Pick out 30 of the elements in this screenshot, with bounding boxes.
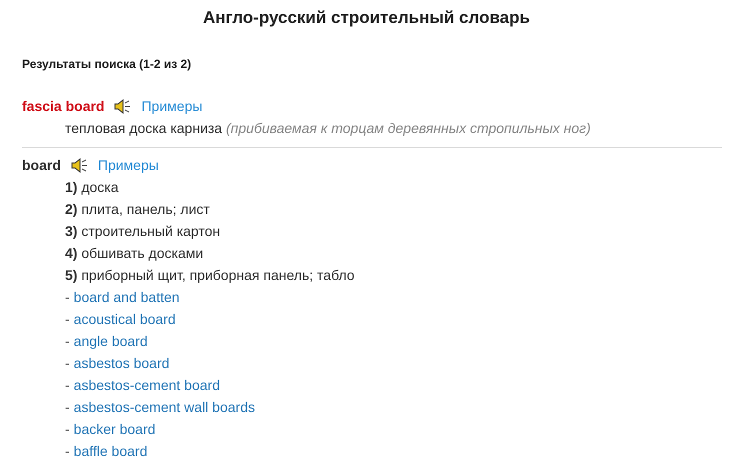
related-term-link[interactable]: angle board (74, 330, 148, 352)
list-dash: - (65, 332, 70, 351)
list-dash: - (65, 376, 70, 395)
sense-text: 5) приборный щит, приборная панель; табло (65, 267, 355, 283)
entry-term: fascia board (22, 98, 104, 114)
list-dash: - (65, 442, 70, 461)
list-dash: - (65, 288, 70, 307)
sense-text: 1) доска (65, 179, 119, 195)
sense-text: 4) обшивать досками (65, 245, 204, 261)
sense-text: 3) строительный картон (65, 223, 220, 239)
results-count: Результаты поиска (1-2 из 2) (22, 56, 192, 72)
list-dash: - (65, 310, 70, 329)
speaker-icon[interactable] (114, 98, 132, 114)
list-dash: - (65, 420, 70, 439)
page-title: Англо-русский строительный словарь (202, 7, 531, 28)
related-term-link[interactable]: baffle board (74, 440, 148, 462)
related-term-link[interactable]: backer board (74, 418, 156, 440)
related-term-link[interactable]: board and batten (74, 286, 180, 308)
examples-link[interactable]: Примеры (141, 98, 202, 114)
list-dash: - (65, 398, 70, 417)
related-term-link[interactable]: asbestos-cement wall boards (74, 396, 255, 418)
entry-term: board (22, 157, 61, 173)
related-term-link[interactable]: acoustical board (74, 308, 176, 330)
related-term-link[interactable]: asbestos-cement board (74, 374, 220, 396)
speaker-icon[interactable] (70, 156, 88, 174)
examples-link[interactable]: Примеры (98, 157, 159, 173)
related-term-link[interactable]: asbestos board (74, 352, 170, 374)
sense-text: 2) плита, панель; лист (65, 201, 210, 217)
list-dash: - (65, 354, 70, 373)
translation-text: тепловая доска карниза (прибиваемая к торцам деревянных стропильных ног) (65, 119, 592, 138)
